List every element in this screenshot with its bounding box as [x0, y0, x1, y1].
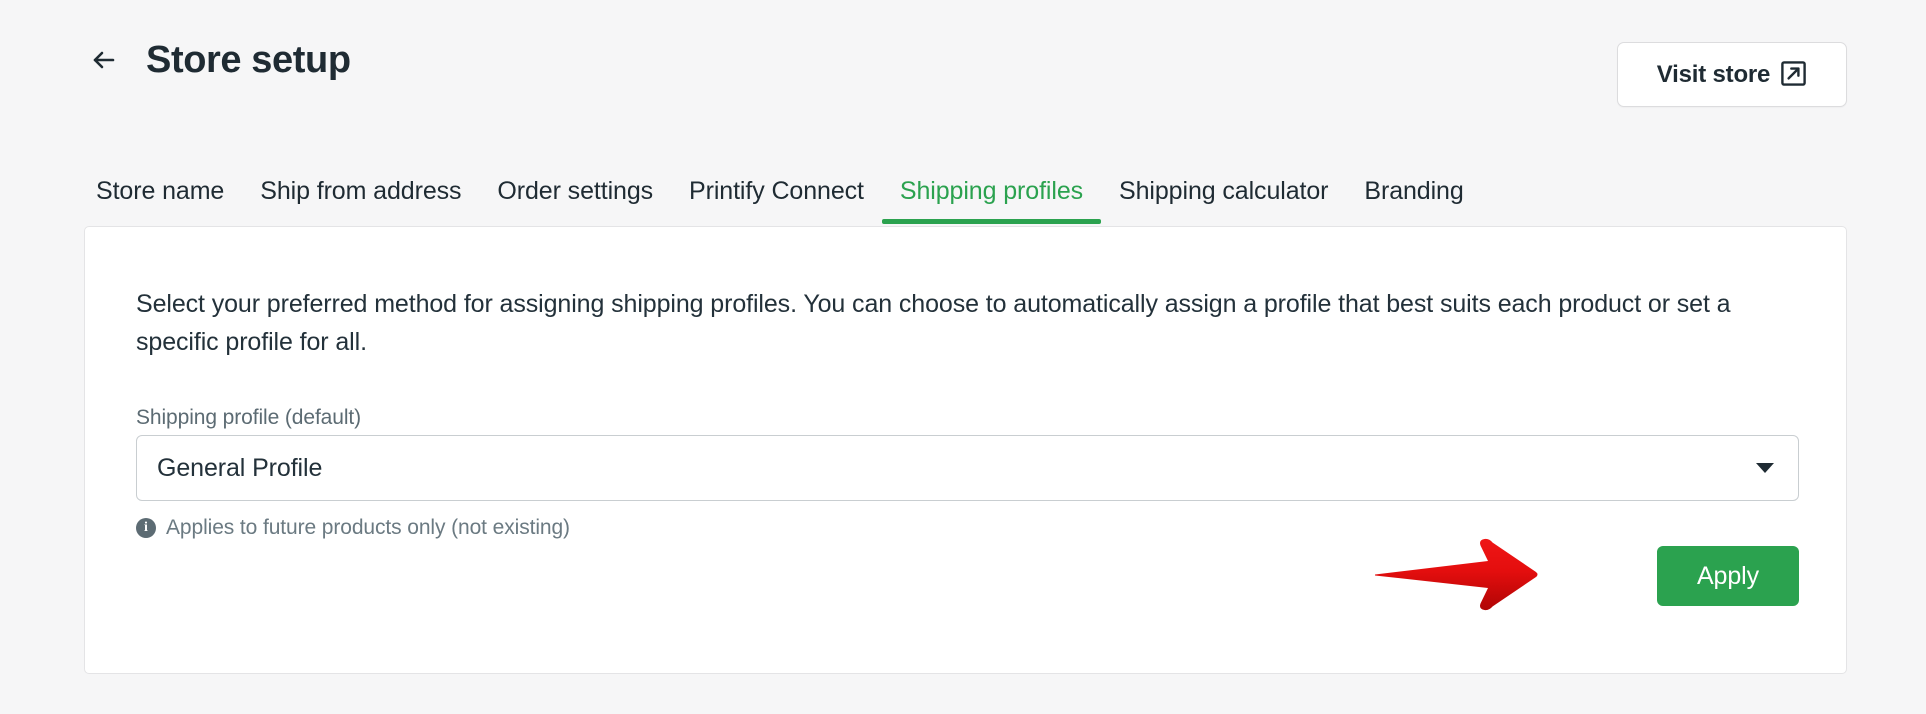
apply-button[interactable]: Apply	[1657, 546, 1799, 606]
visit-store-label: Visit store	[1656, 60, 1771, 88]
shipping-profile-select[interactable]: General Profile	[136, 435, 1799, 501]
external-link-icon	[1780, 60, 1807, 90]
settings-tabs: Store name Ship from address Order setti…	[84, 160, 1482, 224]
shipping-profile-select-wrapper: General Profile	[136, 435, 1799, 501]
shipping-profile-label: Shipping profile (default)	[136, 406, 362, 429]
shipping-profile-select-value: General Profile	[157, 453, 323, 482]
tab-printify-connect[interactable]: Printify Connect	[671, 177, 882, 224]
arrow-left-icon	[88, 44, 120, 76]
tab-order-settings[interactable]: Order settings	[479, 177, 671, 224]
tab-branding[interactable]: Branding	[1346, 177, 1481, 224]
chevron-down-icon	[1756, 463, 1774, 473]
visit-store-button[interactable]: Visit store	[1617, 42, 1847, 107]
header-left-group: Store setup	[84, 40, 351, 80]
page-header: Store setup Visit store	[0, 0, 1926, 150]
shipping-profile-hint-text: Applies to future products only (not exi…	[166, 516, 570, 539]
tab-store-name[interactable]: Store name	[84, 177, 242, 224]
back-button[interactable]	[84, 40, 124, 80]
shipping-profile-hint: i Applies to future products only (not e…	[136, 516, 570, 540]
tab-shipping-profiles[interactable]: Shipping profiles	[881, 177, 1102, 224]
card-description: Select your preferred method for assigni…	[136, 290, 1731, 356]
info-icon: i	[136, 518, 156, 538]
tab-ship-from-address[interactable]: Ship from address	[242, 177, 479, 224]
page-title: Store setup	[146, 39, 351, 81]
tab-shipping-calculator[interactable]: Shipping calculator	[1101, 177, 1346, 224]
shipping-profiles-card: Select your preferred method for assigni…	[84, 226, 1847, 674]
